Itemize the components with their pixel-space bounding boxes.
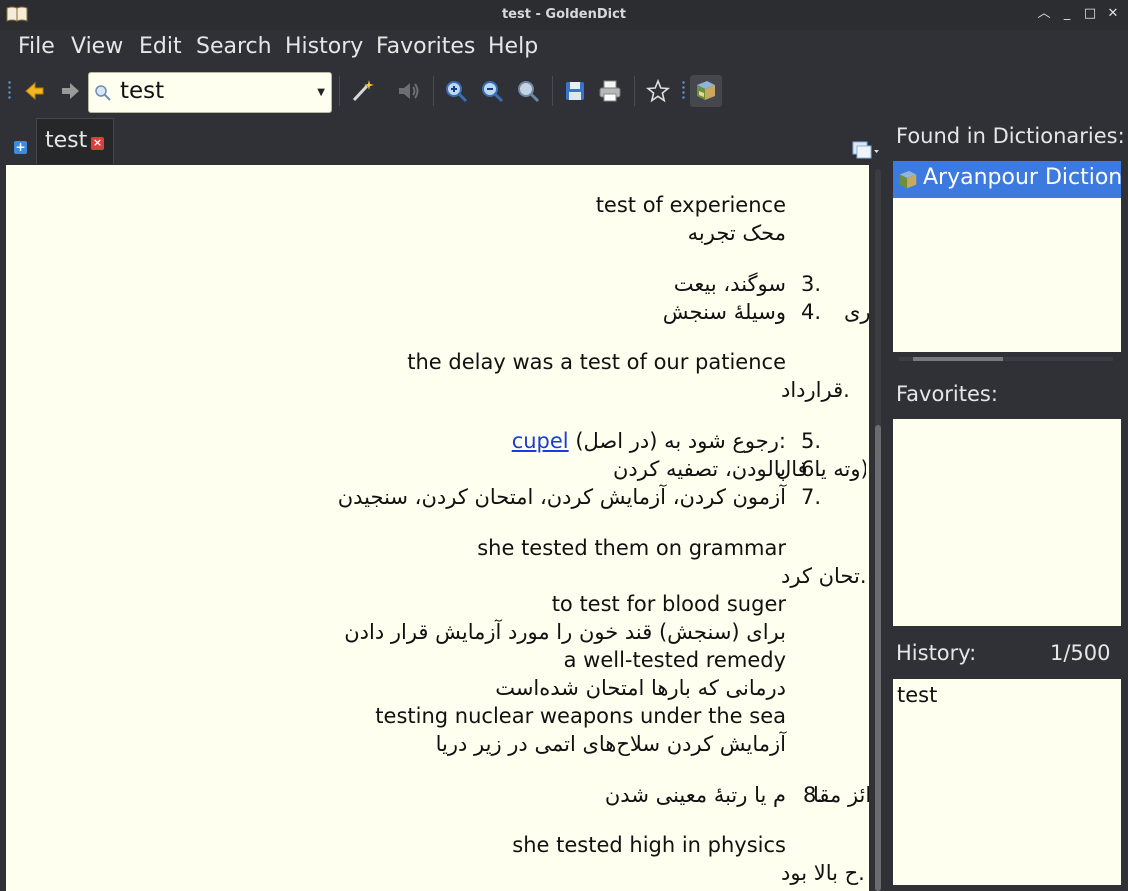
- menu-help[interactable]: Help: [488, 34, 538, 59]
- menu-favorites[interactable]: Favorites: [376, 34, 475, 59]
- history-item[interactable]: test: [897, 683, 937, 707]
- new-tab-icon[interactable]: +: [14, 141, 27, 154]
- article-line: آزمون کردن، آزمایش کردن، امتحان کردن، سن…: [337, 485, 786, 509]
- tab-test[interactable]: test ×: [36, 118, 114, 164]
- article-line: محک تجربه: [687, 221, 786, 245]
- article-line: قرارداد.: [781, 378, 850, 402]
- close-tab-icon[interactable]: ×: [91, 137, 104, 150]
- menu-file[interactable]: File: [18, 34, 55, 59]
- article-line-overflow: ری): [844, 300, 869, 324]
- print-icon[interactable]: [597, 78, 623, 104]
- menu-bar: File View Edit Search History Favorites …: [0, 30, 1128, 64]
- found-in-dictionaries-header: Found in Dictionaries:: [896, 124, 1125, 148]
- toolbar-separator: [552, 76, 553, 106]
- found-list-hscrollbar[interactable]: [893, 353, 1121, 363]
- article-line: ح بالا بود.: [781, 861, 865, 885]
- article-line: برای (سنجش) قند خون را مورد آزمایش قرار …: [344, 620, 786, 644]
- article-line: تحان کرد.: [781, 564, 867, 588]
- zoom-in-icon[interactable]: [443, 78, 469, 104]
- toolbar-grip[interactable]: [682, 80, 685, 100]
- article-line-overflow: ائز مقا: [813, 783, 869, 807]
- article-line: test of experience: [595, 193, 786, 217]
- close-window-icon[interactable]: ✕: [1104, 5, 1122, 23]
- forward-arrow-icon[interactable]: [57, 78, 83, 104]
- dictionary-book-icon: [899, 170, 917, 189]
- search-input-value[interactable]: test: [120, 78, 164, 104]
- minimize-icon[interactable]: _: [1058, 5, 1076, 23]
- save-icon[interactable]: [562, 78, 588, 104]
- tab-bar: test ×: [0, 116, 890, 164]
- collapse-icon[interactable]: ︿: [1035, 5, 1053, 23]
- dictionary-item-aryanpour[interactable]: Aryanpour Dictionary: [893, 161, 1121, 198]
- tab-list-menu-icon[interactable]: [852, 141, 880, 161]
- article-line: to test for blood suger: [551, 592, 786, 616]
- toolbar-separator: [433, 76, 434, 106]
- menu-view[interactable]: View: [71, 34, 123, 59]
- speaker-icon[interactable]: [396, 78, 422, 104]
- favorites-list[interactable]: [893, 419, 1121, 626]
- dictionary-bar-toggle[interactable]: [690, 75, 722, 107]
- article-view[interactable]: test of experience محک تجربه 3. سوگند، ب…: [6, 165, 869, 891]
- article-line: سوگند، بیعت: [673, 272, 786, 296]
- toolbar-separator: [339, 76, 340, 106]
- article-line: cupel (در اصل) رجوع شود به:: [511, 429, 786, 453]
- article-line: م یا رتبۀ معینی شدن: [604, 783, 786, 807]
- star-icon[interactable]: [645, 78, 671, 104]
- article-line: پالودن، تصفیه کردن: [612, 457, 786, 481]
- scrollbar-thumb[interactable]: [875, 425, 881, 891]
- article-line: the delay was a test of our patience: [407, 350, 786, 374]
- list-number: 5.: [801, 429, 822, 453]
- scrollbar-thumb[interactable]: [913, 357, 1003, 361]
- maximize-icon[interactable]: □: [1081, 5, 1099, 23]
- menu-search[interactable]: Search: [196, 34, 272, 59]
- article-line: a well-tested remedy: [563, 648, 786, 672]
- back-arrow-icon[interactable]: [22, 78, 48, 104]
- tab-label: test: [45, 128, 88, 153]
- article-line: وسیلۀ سنجش: [662, 300, 786, 324]
- history-list[interactable]: test: [893, 679, 1121, 885]
- search-icon: [95, 85, 111, 101]
- chevron-down-icon[interactable]: ▼: [317, 87, 325, 98]
- list-number: 7.: [801, 485, 822, 509]
- article-line: she tested them on grammar: [477, 536, 786, 560]
- zoom-reset-icon[interactable]: [515, 78, 541, 104]
- history-count: 1/500: [1050, 641, 1111, 665]
- article-line: she tested high in physics: [512, 833, 786, 857]
- menu-edit[interactable]: Edit: [139, 34, 182, 59]
- toolbar-grip[interactable]: [8, 80, 11, 100]
- article-scrollbar[interactable]: [870, 165, 890, 891]
- zoom-out-icon[interactable]: [479, 78, 505, 104]
- menu-history[interactable]: History: [285, 34, 363, 59]
- magic-wand-icon[interactable]: [349, 78, 375, 104]
- article-line: آزمایش کردن سلاح‌های اتمی در زیر دریا: [435, 732, 786, 756]
- dictionary-item-label: Aryanpour Dictionary: [923, 165, 1121, 190]
- search-combobox[interactable]: test ▼: [88, 72, 332, 113]
- history-header: History:: [896, 641, 977, 665]
- favorites-header: Favorites:: [896, 382, 998, 406]
- dictionary-book-icon: [697, 81, 715, 100]
- article-line: درمانی که بارها امتحان شده‌است: [495, 676, 786, 700]
- list-number: 3.: [801, 272, 822, 296]
- article-line-overflow: وته یا فال): [776, 457, 866, 481]
- title-bar: test - GoldenDict ︿ _ □ ✕: [0, 0, 1128, 30]
- article-line: testing nuclear weapons under the sea: [375, 704, 786, 728]
- cupel-link[interactable]: cupel: [512, 429, 569, 453]
- found-in-dictionaries-list[interactable]: Aryanpour Dictionary: [893, 161, 1121, 352]
- window-title: test - GoldenDict: [501, 7, 627, 22]
- toolbar-separator: [634, 76, 635, 106]
- list-number: 4.: [801, 300, 822, 324]
